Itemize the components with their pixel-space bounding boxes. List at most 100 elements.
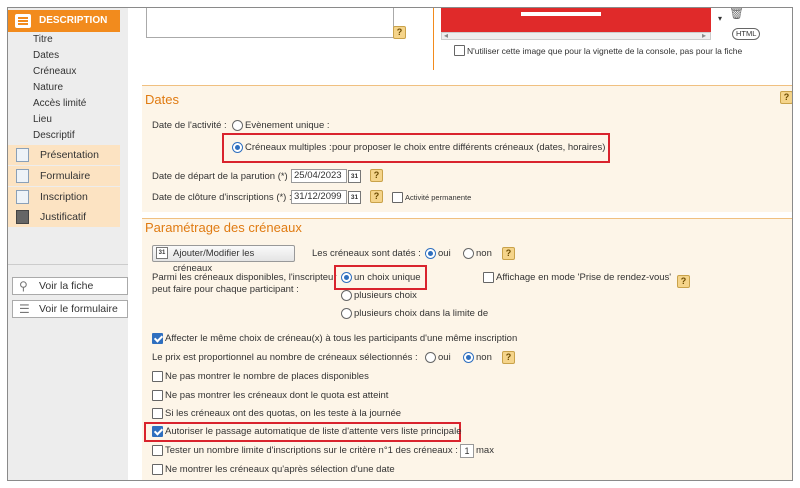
help-icon[interactable]: ? [502, 351, 515, 364]
sidebar-group-justificatif[interactable]: Justificatif [8, 207, 120, 227]
sidebar-group-label: Présentation [40, 149, 99, 161]
dated-slots-label: Les créneaux sont datés : [312, 248, 421, 259]
start-date-input[interactable]: 25/04/2023 [291, 169, 347, 183]
image-preview [441, 8, 711, 32]
permanent-activity-checkbox[interactable] [392, 192, 403, 203]
multi-slots-label: Créneaux multiples : [245, 142, 332, 153]
sidebar-item-acces-limite[interactable]: Accès limité [33, 97, 86, 111]
help-icon[interactable]: ? [370, 190, 383, 203]
dated-no-radio[interactable] [463, 248, 474, 259]
same-choice-checkbox[interactable] [152, 333, 163, 344]
calendar-icon[interactable]: 31 [348, 170, 361, 183]
sidebar-divider [8, 264, 128, 265]
horizontal-scrollbar[interactable]: ◂ ▸ [441, 30, 711, 42]
thumb-only-label: N'utiliser cette image que pour la vigne… [467, 46, 743, 56]
nav-header-label: DESCRIPTION [39, 15, 108, 26]
add-slots-button[interactable]: 31 Ajouter/Modifier les créneaux [152, 245, 295, 274]
end-date-input[interactable]: 31/12/2099 [291, 190, 347, 204]
start-date-label: Date de départ de la parution (*) : [152, 171, 294, 182]
sidebar-item-descriptif[interactable]: Descriptif [33, 129, 75, 143]
rdv-mode-label: Affichage en mode 'Prise de rendez-vous' [496, 272, 672, 283]
test-limit-label: Tester un nombre limite d'inscriptions s… [165, 445, 458, 456]
single-event-radio[interactable] [232, 120, 243, 131]
auto-waitlist-checkbox[interactable] [152, 426, 163, 437]
permanent-activity-label: Activité permanente [405, 193, 472, 202]
activity-date-label: Date de l'activité : [152, 120, 227, 131]
help-icon[interactable]: ? [780, 91, 792, 104]
sidebar-item-lieu[interactable]: Lieu [33, 113, 52, 127]
sidebar-group-label: Inscription [40, 191, 88, 203]
checkbox-icon [16, 190, 29, 204]
dated-yes-radio[interactable] [425, 248, 436, 259]
html-button[interactable]: HTML [732, 28, 761, 40]
help-icon[interactable]: ? [502, 247, 515, 260]
nav-header-description[interactable]: DESCRIPTION [8, 10, 120, 32]
multi-choice-label: plusieurs choix [354, 290, 417, 301]
sidebar-group-formulaire[interactable]: Formulaire [8, 166, 120, 186]
description-textarea[interactable] [146, 8, 394, 38]
sidebar-item-creneaux[interactable]: Créneaux [33, 65, 76, 79]
screenshot-frame: DESCRIPTION Titre Dates Créneaux Nature … [7, 7, 793, 481]
dropdown-arrow-icon[interactable]: ▾ [718, 13, 722, 25]
price-yes-label: oui [438, 352, 451, 363]
auto-waitlist-label: Autoriser le passage automatique de list… [165, 426, 462, 437]
sidebar-group-presentation[interactable]: Présentation [8, 145, 120, 165]
sidebar-group-label: Justificatif [40, 211, 87, 223]
section-title-slots: Paramétrage des créneaux [145, 220, 302, 235]
hide-quota-checkbox[interactable] [152, 390, 163, 401]
form-list-icon: ☰ [19, 302, 30, 316]
hide-places-checkbox[interactable] [152, 371, 163, 382]
view-form-button[interactable]: ☰ Voir le formulaire [12, 300, 128, 318]
slots-section: Paramétrage des créneaux 31 Ajouter/Modi… [142, 218, 792, 480]
price-yes-radio[interactable] [425, 352, 436, 363]
single-choice-radio[interactable] [341, 272, 352, 283]
end-date-label: Date de clôture d'inscriptions (*) : [152, 192, 292, 203]
view-fiche-button[interactable]: ⚲ Voir la fiche [12, 277, 128, 295]
trash-icon[interactable]: 🗑 [729, 8, 744, 19]
show-after-date-label: Ne montrer les créneaux qu'après sélecti… [165, 464, 395, 475]
sidebar-group-inscription[interactable]: Inscription [8, 187, 120, 207]
view-form-label: Voir le formulaire [39, 303, 118, 315]
sidebar-group-label: Formulaire [40, 170, 91, 182]
view-fiche-label: Voir la fiche [39, 280, 94, 292]
single-choice-label: un choix unique [354, 272, 421, 283]
price-no-radio[interactable] [463, 352, 474, 363]
dated-yes-label: oui [438, 248, 451, 259]
show-after-date-checkbox[interactable] [152, 464, 163, 475]
calendar-icon: 31 [156, 247, 168, 259]
section-title-dates: Dates [145, 92, 179, 107]
form-icon [16, 169, 29, 183]
scroll-left-icon[interactable]: ◂ [444, 30, 448, 42]
hide-quota-label: Ne pas montrer les créneaux dont le quot… [165, 390, 389, 401]
choice-intro-line1: Parmi les créneaux disponibles, l'inscri… [152, 272, 337, 283]
list-icon [15, 14, 31, 28]
help-icon[interactable]: ? [370, 169, 383, 182]
sidebar-item-nature[interactable]: Nature [33, 81, 63, 95]
sidebar-item-dates[interactable]: Dates [33, 49, 59, 63]
multi-choice-limit-label: plusieurs choix dans la limite de [354, 308, 489, 319]
calendar-icon[interactable]: 31 [348, 191, 361, 204]
column-divider [433, 8, 434, 70]
single-event-label: Evènement unique : [245, 120, 330, 131]
dates-section: Dates ? Date de l'activité : Evènement u… [142, 85, 792, 212]
main-content: ? ▾ 🗑 ◂ ▸ HTML N'utiliser cette image qu… [128, 8, 792, 480]
help-icon[interactable]: ? [677, 275, 690, 288]
same-choice-label: Affecter le même choix de créneau(x) à t… [165, 333, 518, 344]
rdv-mode-checkbox[interactable] [483, 272, 494, 283]
hide-places-label: Ne pas montrer le nombre de places dispo… [165, 371, 369, 382]
test-limit-checkbox[interactable] [152, 445, 163, 456]
search-icon: ⚲ [19, 279, 28, 293]
multi-choice-radio[interactable] [341, 290, 352, 301]
sidebar-item-titre[interactable]: Titre [33, 33, 53, 47]
multi-slots-radio[interactable] [232, 142, 243, 153]
add-slots-label: Ajouter/Modifier les créneaux [173, 248, 255, 274]
quota-day-label: Si les créneaux ont des quotas, on les t… [165, 408, 402, 419]
scroll-right-icon[interactable]: ▸ [702, 30, 706, 42]
thumb-only-checkbox[interactable] [454, 45, 465, 56]
test-limit-input[interactable]: 1 [460, 444, 474, 458]
help-icon[interactable]: ? [393, 26, 406, 39]
multi-choice-limit-radio[interactable] [341, 308, 352, 319]
dated-no-label: non [476, 248, 492, 259]
sidebar: DESCRIPTION Titre Dates Créneaux Nature … [8, 8, 128, 480]
quota-day-checkbox[interactable] [152, 408, 163, 419]
